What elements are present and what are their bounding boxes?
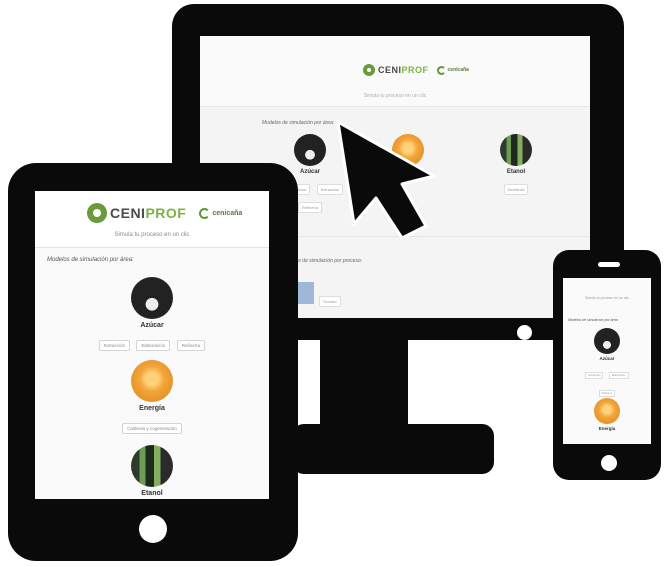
ethanol-image[interactable] (131, 445, 173, 487)
partner-logo: cenicaña (436, 65, 469, 75)
cursor-arrow-icon (336, 120, 436, 240)
tablet-subtitle: Simula tu proceso en un clic (114, 232, 190, 238)
area-label-etanol: Etanol (141, 490, 163, 497)
tablet-logo: CENI PROF cenicaña (87, 203, 242, 223)
tablet-home-button (139, 515, 167, 543)
energy-image[interactable] (131, 360, 173, 402)
area-label-energia: Energía (139, 405, 165, 412)
ethanol-image (500, 134, 532, 166)
phone-speaker (598, 262, 620, 267)
phone-subtitle: Simula tu proceso en un clic (585, 296, 629, 300)
phone-area-azucar: Azúcar Extracción Elaboración Refinería (563, 328, 651, 399)
energy-image[interactable] (594, 398, 620, 424)
monitor-logo: CENI PROF cenicaña (363, 64, 469, 76)
area-label-azucar: Azúcar (140, 322, 164, 329)
monitor-area-etanol[interactable]: Etanol Destilería (486, 134, 546, 196)
partner-mark-icon (436, 65, 446, 75)
sugar-image (294, 134, 326, 166)
partner-mark-icon (199, 207, 211, 219)
phone-btn-refineria[interactable]: Refinería (598, 390, 616, 397)
phone-home-button (601, 455, 617, 471)
partner-logo: cenicaña (199, 207, 242, 219)
phone-area-energia: Energía (563, 398, 651, 431)
tablet-section-title: Modelos de simulación por área: (47, 257, 134, 263)
sugar-image[interactable] (594, 328, 620, 354)
gear-logo-icon (363, 64, 375, 76)
phone-section-title: Modelos de simulación por área: (568, 318, 619, 322)
monitor-btn-destileria[interactable]: Destilería (503, 184, 529, 195)
btn-calderas[interactable]: Calderas y cogeneración (122, 423, 182, 434)
monitor-section-title: Modelos de simulación por área: (262, 120, 335, 126)
tablet-area-energia: Energía Calderas y cogeneración (35, 360, 269, 435)
tablet-area-etanol: Etanol (35, 445, 269, 497)
phone-btn-elaboracion[interactable]: Elaboración (608, 372, 629, 379)
sugar-image[interactable] (131, 277, 173, 319)
tablet-screen: CENI PROF cenicaña Simula tu proceso en u… (35, 191, 269, 499)
tablet-area-azucar: Azúcar Extracción Elaboración Refinería (35, 277, 269, 352)
phone-btn-extraccion[interactable]: Extracción (585, 372, 604, 379)
monitor-subtitle: Simula tu proceso en un clic (363, 93, 427, 99)
monitor-base (292, 424, 494, 474)
phone-screen: Simula tu proceso en un clic Modelos de … (563, 278, 651, 444)
btn-elaboracion[interactable]: Elaboración (136, 340, 171, 351)
btn-extraccion[interactable]: Extracción (99, 340, 131, 351)
gear-logo-icon (87, 203, 107, 223)
btn-refineria[interactable]: Refinería (176, 340, 205, 351)
monitor-btn-secado[interactable]: Secado (319, 296, 341, 307)
monitor-neck (320, 336, 408, 428)
monitor-power-button (517, 325, 532, 340)
monitor-btn-refineria[interactable]: Refinería (297, 202, 323, 213)
